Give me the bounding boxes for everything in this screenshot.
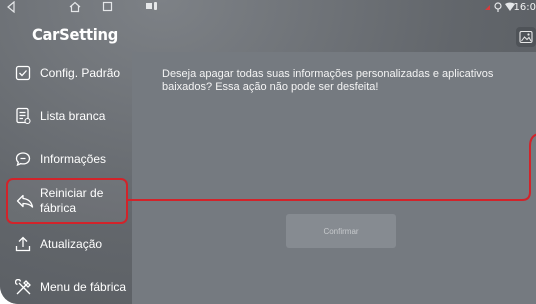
app-title: CarSetting xyxy=(32,25,118,44)
reply-arrow-icon xyxy=(16,192,34,210)
sidebar-item-default-config[interactable]: Config. Padrão xyxy=(0,52,132,94)
signal-icon xyxy=(485,1,515,17)
document-list-icon xyxy=(14,107,32,125)
sidebar-item-whitelist[interactable]: Lista branca xyxy=(0,95,132,137)
sidebar-item-information[interactable]: Informações xyxy=(0,138,132,180)
car-settings-screen: 16:0 CarSetting Config. Padrão Lista bra… xyxy=(0,0,536,304)
sidebar-item-label: Informações xyxy=(40,151,107,166)
notification-icon xyxy=(146,1,160,15)
settings-sidebar: Config. Padrão Lista branca Informações … xyxy=(0,52,132,304)
chat-bubble-icon xyxy=(14,150,32,168)
sidebar-item-label: Menu de fábrica xyxy=(40,279,127,294)
sidebar-item-update[interactable]: Atualização xyxy=(0,223,132,265)
checkbox-icon xyxy=(14,64,32,82)
confirm-button[interactable]: Confirmar xyxy=(286,214,396,248)
sidebar-item-label: Atualização xyxy=(40,236,103,251)
image-icon xyxy=(519,30,533,44)
sidebar-item-factory-reset[interactable]: Reiniciar de fábrica xyxy=(6,178,128,224)
tools-icon xyxy=(14,278,32,296)
upload-icon xyxy=(14,235,32,253)
status-bar: 16:0 xyxy=(0,0,536,18)
sidebar-item-label: Reiniciar de fábrica xyxy=(40,186,104,215)
clock: 16:0 xyxy=(513,2,536,13)
recents-icon[interactable] xyxy=(102,1,113,16)
reset-warning-message: Deseja apagar todas suas informações per… xyxy=(162,68,494,93)
sidebar-item-label: Config. Padrão xyxy=(40,65,121,80)
factory-reset-panel: Deseja apagar todas suas informações per… xyxy=(132,52,536,304)
back-icon[interactable] xyxy=(6,0,16,17)
home-icon[interactable] xyxy=(69,1,81,17)
sidebar-item-factory-menu[interactable]: Menu de fábrica xyxy=(0,266,132,304)
wallpaper-button[interactable] xyxy=(516,27,536,47)
sidebar-item-label: Lista branca xyxy=(40,108,106,123)
